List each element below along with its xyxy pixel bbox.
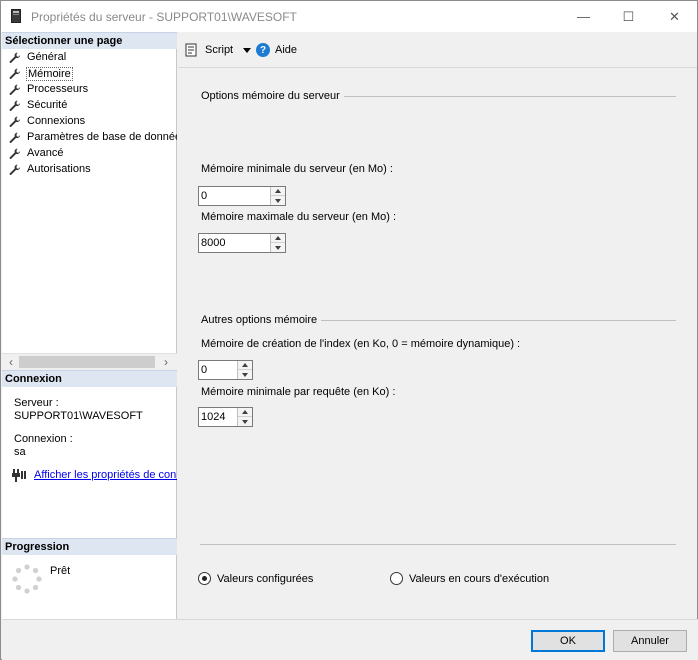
login-label: Connexion : [14, 433, 73, 445]
server-properties-dialog: Propriétés du serveur - SUPPORT01\WAVESO… [0, 0, 698, 660]
sidebar-item-label: Avancé [27, 147, 64, 159]
wrench-icon [9, 52, 21, 64]
connection-properties-link[interactable]: Afficher les propriétés de connexion [34, 469, 177, 481]
index-memory-label: Mémoire de création de l'index (en Ko, 0… [201, 338, 521, 350]
radio-separator [200, 544, 676, 545]
login-value: sa [14, 446, 26, 458]
configured-values-radio-dot[interactable] [198, 572, 211, 585]
connection-properties-link-row[interactable]: Afficher les propriétés de connexion [12, 468, 177, 484]
sidebar-item-label: Mémoire [26, 67, 73, 81]
sidebar-item-2[interactable]: Mémoire [2, 66, 177, 82]
query-memory-label: Mémoire minimale par requête (en Ko) : [201, 386, 396, 398]
sidebar-item-3[interactable]: Processeurs [2, 82, 177, 98]
index-memory-value[interactable]: 0 [201, 364, 207, 376]
sidebar-item-4[interactable]: Sécurité [2, 98, 177, 114]
page-list: Général Mémoire Processeurs Sécurité Connexi… [2, 50, 177, 178]
close-button[interactable]: ✕ [652, 1, 697, 32]
memory-group-title: Options mémoire du serveur [201, 90, 344, 102]
other-memory-group-title: Autres options mémoire [201, 314, 322, 326]
wrench-icon [9, 100, 21, 112]
sidebar-item-label: Processeurs [27, 83, 89, 95]
running-values-radio[interactable]: Valeurs en cours d'exécution [390, 572, 549, 585]
cancel-button[interactable]: Annuler [613, 630, 687, 652]
window-title: Propriétés du serveur - SUPPORT01\WAVESO… [31, 10, 297, 24]
scrollbar-thumb[interactable] [19, 356, 155, 368]
configured-values-label: Valeurs configurées [217, 572, 314, 585]
server-label: Serveur : [14, 397, 59, 409]
memory-page: Options mémoire du serveur Mémoire minim… [178, 69, 697, 619]
sidebar-item-5[interactable]: Connexions [2, 114, 177, 130]
query-memory-value[interactable]: 1024 [201, 411, 225, 423]
select-page-header: Sélectionner une page [2, 32, 177, 49]
sidebar-item-label: Autorisations [27, 163, 91, 175]
query-memory-down-icon[interactable] [238, 417, 252, 426]
running-values-label: Valeurs en cours d'exécution [409, 572, 550, 585]
dialog-button-bar: OK Annuler [2, 619, 698, 660]
memory-group-line [328, 96, 676, 97]
query-memory-spin-buttons [237, 408, 252, 426]
title-bar: Propriétés du serveur - SUPPORT01\WAVESO… [1, 1, 697, 32]
max-memory-stepper[interactable]: 8000 [198, 233, 286, 253]
sidebar-item-1[interactable]: Général [2, 50, 177, 66]
connection-header: Connexion [2, 370, 177, 387]
wrench-icon [9, 116, 21, 128]
wrench-icon [9, 84, 21, 96]
sidebar-item-6[interactable]: Paramètres de base de données [2, 130, 177, 146]
scroll-left-icon[interactable]: ‹ [4, 355, 18, 369]
wrench-icon [9, 68, 21, 80]
script-dropdown-icon[interactable] [243, 47, 252, 53]
horizontal-scrollbar[interactable]: ‹ › [2, 353, 177, 370]
progress-status: Prêt [50, 565, 71, 577]
help-icon: ? [256, 43, 270, 57]
max-memory-label: Mémoire maximale du serveur (en Mo) : [201, 211, 397, 223]
max-memory-up-icon[interactable] [271, 234, 285, 243]
sidebar-item-7[interactable]: Avancé [2, 146, 177, 162]
left-pane: Sélectionner une page Général Mémoire Proc… [2, 32, 177, 619]
min-memory-spin-buttons [270, 187, 285, 205]
sidebar-item-label: Général [27, 51, 67, 63]
script-label: Script [205, 44, 234, 56]
server-icon [11, 9, 21, 23]
index-memory-spin-buttons [237, 361, 252, 379]
help-label: Aide [275, 44, 298, 56]
sidebar-item-8[interactable]: Autorisations [2, 162, 177, 178]
configured-values-radio[interactable]: Valeurs configurées [198, 572, 313, 585]
query-memory-up-icon[interactable] [238, 408, 252, 417]
script-icon [185, 43, 197, 57]
running-values-radio-dot[interactable] [390, 572, 403, 585]
max-memory-value[interactable]: 8000 [201, 237, 225, 249]
max-memory-spin-buttons [270, 234, 285, 252]
sidebar-item-label: Paramètres de base de données [27, 131, 177, 143]
index-memory-stepper[interactable]: 0 [198, 360, 253, 380]
minimize-button[interactable]: — [561, 1, 606, 32]
wrench-icon [9, 148, 21, 160]
maximize-button[interactable]: ☐ [606, 1, 651, 32]
wrench-icon [9, 164, 21, 176]
sidebar-item-label: Connexions [27, 115, 86, 127]
min-memory-value[interactable]: 0 [201, 190, 207, 202]
max-memory-down-icon[interactable] [271, 243, 285, 252]
progress-header: Progression [2, 538, 177, 555]
index-memory-down-icon[interactable] [238, 370, 252, 379]
toolbar: Script ? Aide [178, 32, 697, 68]
script-button[interactable]: Script [185, 41, 252, 59]
min-memory-down-icon[interactable] [271, 196, 285, 205]
server-value: SUPPORT01\WAVESOFT [14, 410, 143, 422]
query-memory-stepper[interactable]: 1024 [198, 407, 253, 427]
sidebar-item-label: Sécurité [27, 99, 68, 111]
progress-spinner-icon [12, 564, 42, 594]
min-memory-up-icon[interactable] [271, 187, 285, 196]
wrench-icon [9, 132, 21, 144]
help-button[interactable]: ? Aide [256, 41, 297, 59]
min-memory-stepper[interactable]: 0 [198, 186, 286, 206]
connection-properties-icon [12, 469, 26, 482]
ok-button[interactable]: OK [531, 630, 605, 652]
scroll-right-icon[interactable]: › [159, 355, 173, 369]
other-memory-group-line [314, 320, 676, 321]
min-memory-label: Mémoire minimale du serveur (en Mo) : [201, 163, 393, 175]
index-memory-up-icon[interactable] [238, 361, 252, 370]
